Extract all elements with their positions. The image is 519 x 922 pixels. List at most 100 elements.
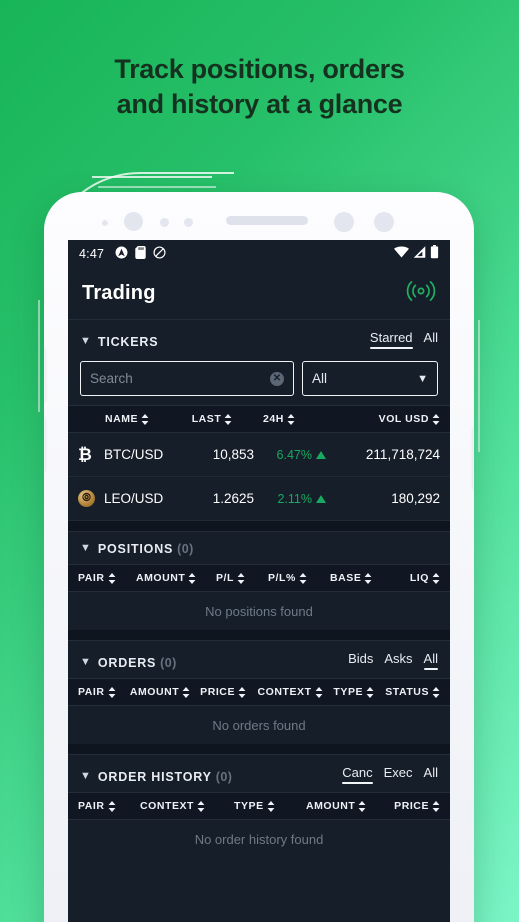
orders-tab-all[interactable]: All (423, 651, 439, 670)
table-row[interactable]: ₿ BTC/USD 10,853 6.47% 211,718,724 (68, 433, 450, 477)
sensor-dot-1 (102, 220, 108, 226)
sort-icon[interactable] (432, 686, 440, 698)
ticker-filter-select[interactable]: All ▼ (302, 361, 438, 396)
positions-column-header: PAIR AMOUNT P/L P/L% BASE LIQ (68, 564, 450, 592)
sort-icon[interactable] (287, 413, 295, 425)
cellular-signal-icon (413, 246, 426, 261)
column-amount: AMOUNT (130, 686, 200, 698)
volume-up-button[interactable] (44, 348, 45, 402)
sort-icon[interactable] (315, 686, 323, 698)
status-bar: 4:47 (68, 240, 450, 267)
column-name: NAME (78, 413, 176, 425)
decorative-line-top-2 (98, 186, 216, 188)
column-24h: 24H (248, 413, 310, 425)
sort-icon[interactable] (432, 800, 440, 812)
sort-icon[interactable] (108, 572, 116, 584)
column-vol-usd: VOL USD (310, 413, 440, 425)
search-box[interactable]: ✕ (80, 361, 294, 396)
order-history-column-header: PAIR CONTEXT TYPE AMOUNT PRICE (68, 792, 450, 820)
sort-icon[interactable] (224, 413, 232, 425)
earpiece-speaker (226, 216, 308, 225)
volume-down-button[interactable] (44, 418, 45, 472)
orders-tab-asks[interactable]: Asks (384, 651, 412, 670)
phone-bezel (44, 192, 474, 240)
chevron-down-icon[interactable]: ▼ (80, 657, 91, 670)
tickers-label: TICKERS (97, 335, 159, 349)
column-pair: PAIR (78, 800, 140, 812)
order-history-tab-canc[interactable]: Canc (342, 765, 374, 784)
sort-icon[interactable] (141, 413, 149, 425)
tickers-column-header: NAME LAST 24H VOL USD (68, 405, 450, 433)
clear-icon[interactable]: ✕ (270, 371, 284, 386)
sort-icon[interactable] (237, 572, 245, 584)
ticker-name: BTC/USD (104, 447, 164, 462)
app-title: Trading (82, 281, 156, 304)
bitcoin-icon: ₿ (78, 445, 92, 464)
order-history-tab-exec[interactable]: Exec (384, 765, 413, 784)
sensor-dot-3 (184, 218, 193, 227)
order-history-empty-message: No order history found (68, 820, 450, 858)
sort-icon[interactable] (299, 572, 307, 584)
column-pair: PAIR (78, 686, 130, 698)
chevron-down-icon[interactable]: ▼ (417, 373, 428, 385)
sort-icon[interactable] (267, 800, 275, 812)
sort-icon[interactable] (108, 686, 116, 698)
order-history-label: ORDER HISTORY (97, 770, 212, 784)
column-price: PRICE (392, 800, 440, 812)
orders-tabs: Bids Asks All (348, 651, 439, 670)
sort-icon[interactable] (238, 686, 246, 698)
sort-icon[interactable] (366, 686, 374, 698)
positions-empty-message: No positions found (68, 592, 450, 630)
sort-icon[interactable] (108, 800, 116, 812)
arrow-up-icon (316, 494, 326, 503)
ticker-volume: 180,292 (391, 491, 440, 506)
column-type: TYPE (333, 686, 385, 698)
sort-icon[interactable] (364, 572, 372, 584)
order-history-section-header[interactable]: ▼ ORDER HISTORY (0) Canc Exec All (68, 754, 450, 792)
ticker-volume: 211,718,724 (365, 447, 440, 462)
tickers-tab-starred[interactable]: Starred (369, 330, 413, 349)
tickers-section-header[interactable]: ▼ TICKERS Starred All (68, 319, 450, 357)
sort-icon[interactable] (358, 800, 366, 812)
page-title: Track positions, orders and history at a… (0, 52, 519, 122)
power-button[interactable] (473, 428, 474, 490)
chevron-down-icon[interactable]: ▼ (80, 336, 91, 349)
column-pl-pct: P/L% (268, 572, 330, 584)
decorative-line-right-2 (478, 320, 480, 452)
sort-icon[interactable] (188, 572, 196, 584)
wifi-icon (394, 246, 409, 261)
sort-icon[interactable] (197, 800, 205, 812)
sensor-dot-4 (334, 212, 354, 232)
sort-icon[interactable] (432, 413, 440, 425)
ticker-last: 10,853 (212, 447, 254, 462)
orders-tab-bids[interactable]: Bids (348, 651, 373, 670)
ticker-last: 1.2625 (212, 491, 254, 506)
column-liq: LIQ (388, 572, 440, 584)
phone-screen: 4:47 Trading ▼ TICKERS Starred All Searc… (68, 240, 450, 922)
column-last: LAST (176, 413, 248, 425)
chevron-down-icon[interactable]: ▼ (80, 543, 91, 556)
sensor-dot-2 (160, 218, 169, 227)
sd-card-icon (135, 245, 146, 262)
broadcast-icon[interactable] (406, 278, 436, 309)
status-bar-time: 4:47 (79, 246, 105, 261)
sort-icon[interactable] (182, 686, 190, 698)
positions-section-header[interactable]: ▼ POSITIONS (0) (68, 531, 450, 564)
orders-section-header[interactable]: ▼ ORDERS (0) Bids Asks All (68, 640, 450, 678)
search-input[interactable] (90, 371, 270, 386)
column-context: CONTEXT (140, 800, 234, 812)
order-history-tab-all[interactable]: All (424, 765, 438, 784)
sensor-dot-5 (374, 212, 394, 232)
tickers-tab-all[interactable]: All (424, 330, 438, 349)
column-pair: PAIR (78, 572, 136, 584)
do-not-disturb-icon (153, 245, 166, 262)
orders-column-header: PAIR AMOUNT PRICE CONTEXT TYPE STATUS (68, 678, 450, 706)
ticker-filter-value: All (312, 371, 328, 386)
chevron-down-icon[interactable]: ▼ (80, 771, 91, 784)
sort-icon[interactable] (432, 572, 440, 584)
front-camera-icon (124, 212, 143, 231)
battery-icon (430, 245, 439, 262)
tickers-tabs: Starred All (369, 330, 438, 349)
headline-line-2: and history at a glance (116, 89, 403, 120)
table-row[interactable]: ⦾ LEO/USD 1.2625 2.11% 180,292 (68, 477, 450, 521)
